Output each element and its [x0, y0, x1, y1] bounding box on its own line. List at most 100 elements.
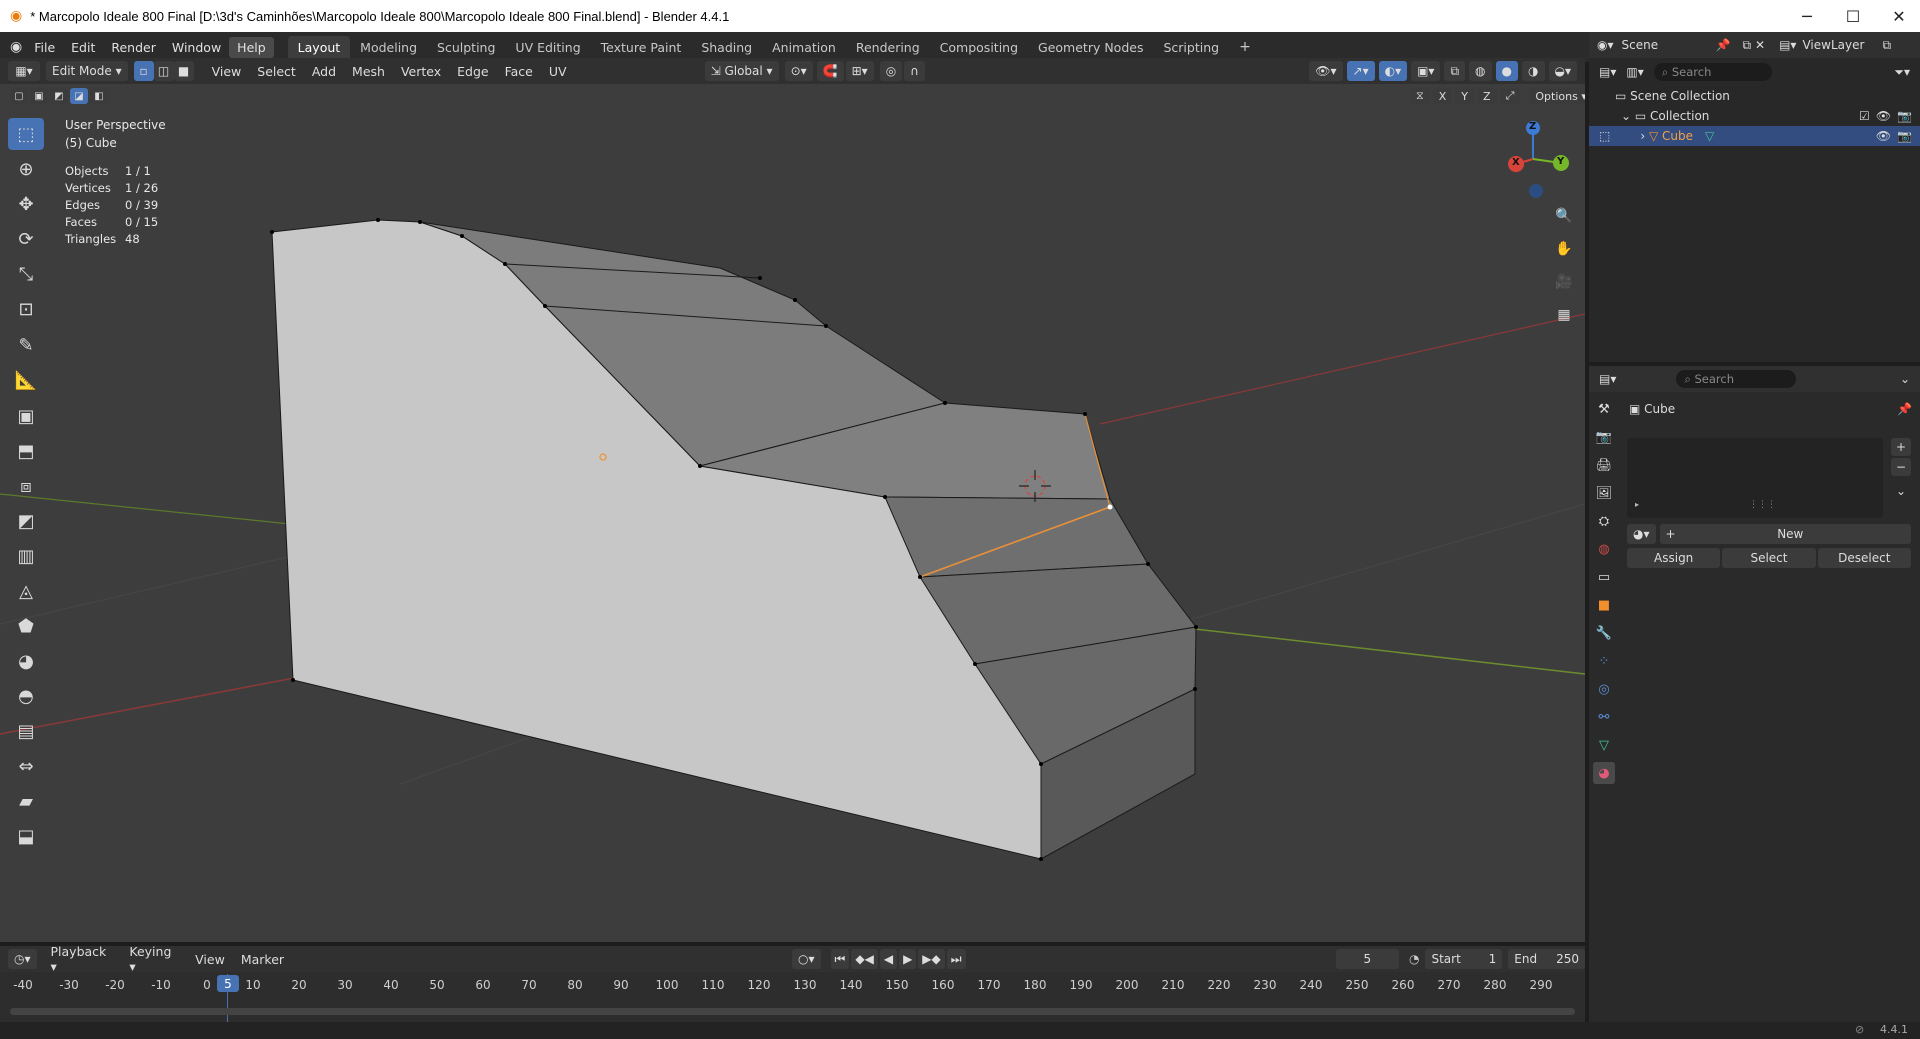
rendered-shading-icon[interactable]: ◒▾ [1548, 61, 1577, 81]
overlay-toggle-icon[interactable]: ◐▾ [1378, 61, 1408, 81]
tab-uv-editing[interactable]: UV Editing [505, 36, 590, 59]
mirror-icon[interactable]: ⧖ [1410, 88, 1430, 104]
render-camera-icon[interactable]: 📷 [1897, 129, 1912, 143]
select-extend-icon[interactable]: ▣ [30, 88, 48, 104]
properties-search-input[interactable]: ⌕ Search [1676, 370, 1797, 388]
jump-start-icon[interactable]: ⏮ [830, 949, 850, 969]
menu-window[interactable]: Window [164, 37, 229, 58]
menu-file[interactable]: File [26, 37, 63, 58]
transform-orientation-dropdown[interactable]: ⇲ Global ▾ [704, 61, 779, 81]
particles-tab-icon[interactable]: ⁘ [1593, 650, 1615, 672]
exclude-checkbox-icon[interactable]: ☑ [1859, 109, 1870, 123]
properties-editor-type-icon[interactable]: ▤▾ [1599, 372, 1616, 386]
collapse-chevron-icon[interactable]: ⌄ [1621, 109, 1635, 123]
select-intersect-icon[interactable]: ◧ [90, 88, 108, 104]
display-mode-icon[interactable]: ▥▾ [1626, 65, 1643, 79]
playhead-frame-badge[interactable]: 5 [217, 975, 239, 992]
tab-layout[interactable]: Layout [287, 35, 351, 59]
gizmo-z-label[interactable]: Z [1529, 121, 1536, 132]
browse-material-icon[interactable]: ◕▾ [1627, 524, 1656, 544]
axis-x-toggle[interactable]: X [1432, 88, 1453, 104]
scene-icon[interactable]: ◉▾ [1597, 38, 1614, 52]
xray-icon[interactable]: ⧉ [1444, 61, 1466, 81]
add-cube-tool-icon[interactable]: ▣ [8, 400, 44, 432]
tab-geometry-nodes[interactable]: Geometry Nodes [1028, 36, 1153, 59]
pivot-point-icon[interactable]: ⊙▾ [784, 61, 813, 81]
select-button[interactable]: Select [1722, 548, 1816, 568]
bevel-tool-icon[interactable]: ◩ [8, 505, 44, 537]
tool-tab-icon[interactable]: ⚒ [1593, 398, 1615, 420]
play-reverse-icon[interactable]: ◀ [879, 949, 898, 969]
select-invert-icon[interactable]: ◪ [70, 88, 88, 104]
header-menu-vertex[interactable]: Vertex [393, 64, 449, 79]
outliner-search-input[interactable]: ⌕ Search [1653, 63, 1772, 81]
new-scene-icon[interactable]: ⧉ [1742, 38, 1751, 53]
editor-type-icon[interactable]: ▦▾ [8, 61, 40, 81]
slot-menu-icon[interactable]: ⌄ [1891, 484, 1911, 498]
auto-keying-icon[interactable]: ○▾ [792, 949, 821, 969]
jump-end-icon[interactable]: ⏭ [946, 949, 966, 969]
tab-scripting[interactable]: Scripting [1153, 36, 1229, 59]
move-tool-icon[interactable]: ✥ [8, 188, 44, 220]
constraints-tab-icon[interactable]: ⚯ [1593, 706, 1615, 728]
end-frame-field[interactable]: End 250 [1508, 949, 1586, 969]
tab-modeling[interactable]: Modeling [350, 36, 427, 59]
cursor-tool-icon[interactable]: ⊕ [8, 153, 44, 185]
view-layer-icon[interactable]: ▤▾ [1779, 38, 1796, 52]
expand-triangle-icon[interactable]: ▸ [1635, 500, 1639, 509]
shear-tool-icon[interactable]: ▰ [8, 785, 44, 817]
play-icon[interactable]: ▶ [899, 949, 917, 969]
header-menu-uv[interactable]: UV [541, 64, 575, 79]
menu-edit[interactable]: Edit [63, 37, 103, 58]
tab-animation[interactable]: Animation [762, 36, 846, 59]
tab-sculpting[interactable]: Sculpting [427, 36, 505, 59]
pin-icon[interactable]: 📌 [1897, 402, 1912, 416]
extrude-tool-icon[interactable]: ⬒ [8, 435, 44, 467]
timeline-menu-playback[interactable]: Playback ▾ [43, 944, 122, 974]
render-tab-icon[interactable]: 📷 [1593, 426, 1615, 448]
render-camera-icon[interactable]: 📷 [1897, 109, 1912, 123]
outliner-editor-type-icon[interactable]: ▤▾ [1599, 65, 1616, 79]
pin-scene-icon[interactable]: 📌 [1716, 38, 1731, 52]
mesh-edit-overlay-icon[interactable]: ▣▾ [1411, 61, 1441, 81]
tab-shading[interactable]: Shading [691, 36, 762, 59]
maximize-button[interactable]: ☐ [1830, 0, 1876, 32]
shrink-fatten-tool-icon[interactable]: ⇔ [8, 750, 44, 782]
scale-tool-icon[interactable]: ⤡ [8, 258, 44, 290]
collection-tab-icon[interactable]: ▭ [1593, 566, 1615, 588]
timeline-menu-keying[interactable]: Keying ▾ [121, 944, 187, 974]
pan-hand-icon[interactable]: ✋ [1552, 237, 1576, 261]
zoom-icon[interactable]: 🔍 [1552, 204, 1576, 228]
falloff-icon[interactable]: ∩ [904, 61, 925, 81]
edge-slide-tool-icon[interactable]: ▤ [8, 715, 44, 747]
annotate-tool-icon[interactable]: ✎ [8, 329, 44, 361]
filter-icon[interactable]: ⏷▾ [1894, 65, 1910, 80]
axis-y-toggle[interactable]: Y [1455, 88, 1475, 104]
timeline-menu-marker[interactable]: Marker [233, 952, 292, 967]
new-view-layer-icon[interactable]: ⧉ [1882, 38, 1891, 53]
properties-options-icon[interactable]: ⌄ [1900, 372, 1910, 386]
timeline-editor-type-icon[interactable]: ◷▾ [8, 949, 37, 969]
gizmo-y-label[interactable]: Y [1557, 156, 1564, 167]
world-tab-icon[interactable]: ◍ [1593, 538, 1615, 560]
deselect-button[interactable]: Deselect [1817, 548, 1911, 568]
delete-scene-icon[interactable]: ✕ [1755, 38, 1765, 52]
tab-compositing[interactable]: Compositing [930, 36, 1028, 59]
expand-chevron-icon[interactable]: › [1640, 129, 1649, 143]
edit-mode-icon[interactable]: ⬚ [1599, 129, 1610, 143]
options-dropdown[interactable]: Options ▾ [1529, 88, 1585, 104]
select-box-tool-icon[interactable]: ⬚ [8, 118, 44, 150]
viewport-canvas[interactable] [0, 84, 1585, 942]
header-menu-edge[interactable]: Edge [449, 64, 496, 79]
mesh-data-icon[interactable]: ▽ [1705, 129, 1714, 143]
tab-rendering[interactable]: Rendering [846, 36, 930, 59]
visibility-eye-icon[interactable]: 👁 [1876, 129, 1891, 143]
material-shading-icon[interactable]: ◑ [1522, 61, 1545, 81]
header-menu-add[interactable]: Add [304, 64, 344, 79]
transform-tool-icon[interactable]: ⊡ [8, 293, 44, 325]
header-menu-view[interactable]: View [204, 64, 250, 79]
prev-keyframe-icon[interactable]: ◆◀ [851, 949, 878, 969]
outliner-row-collection[interactable]: ⌄ ▭ Collection ☑ 👁 📷 [1589, 106, 1920, 126]
header-menu-face[interactable]: Face [497, 64, 541, 79]
add-workspace-icon[interactable]: + [1229, 35, 1261, 59]
